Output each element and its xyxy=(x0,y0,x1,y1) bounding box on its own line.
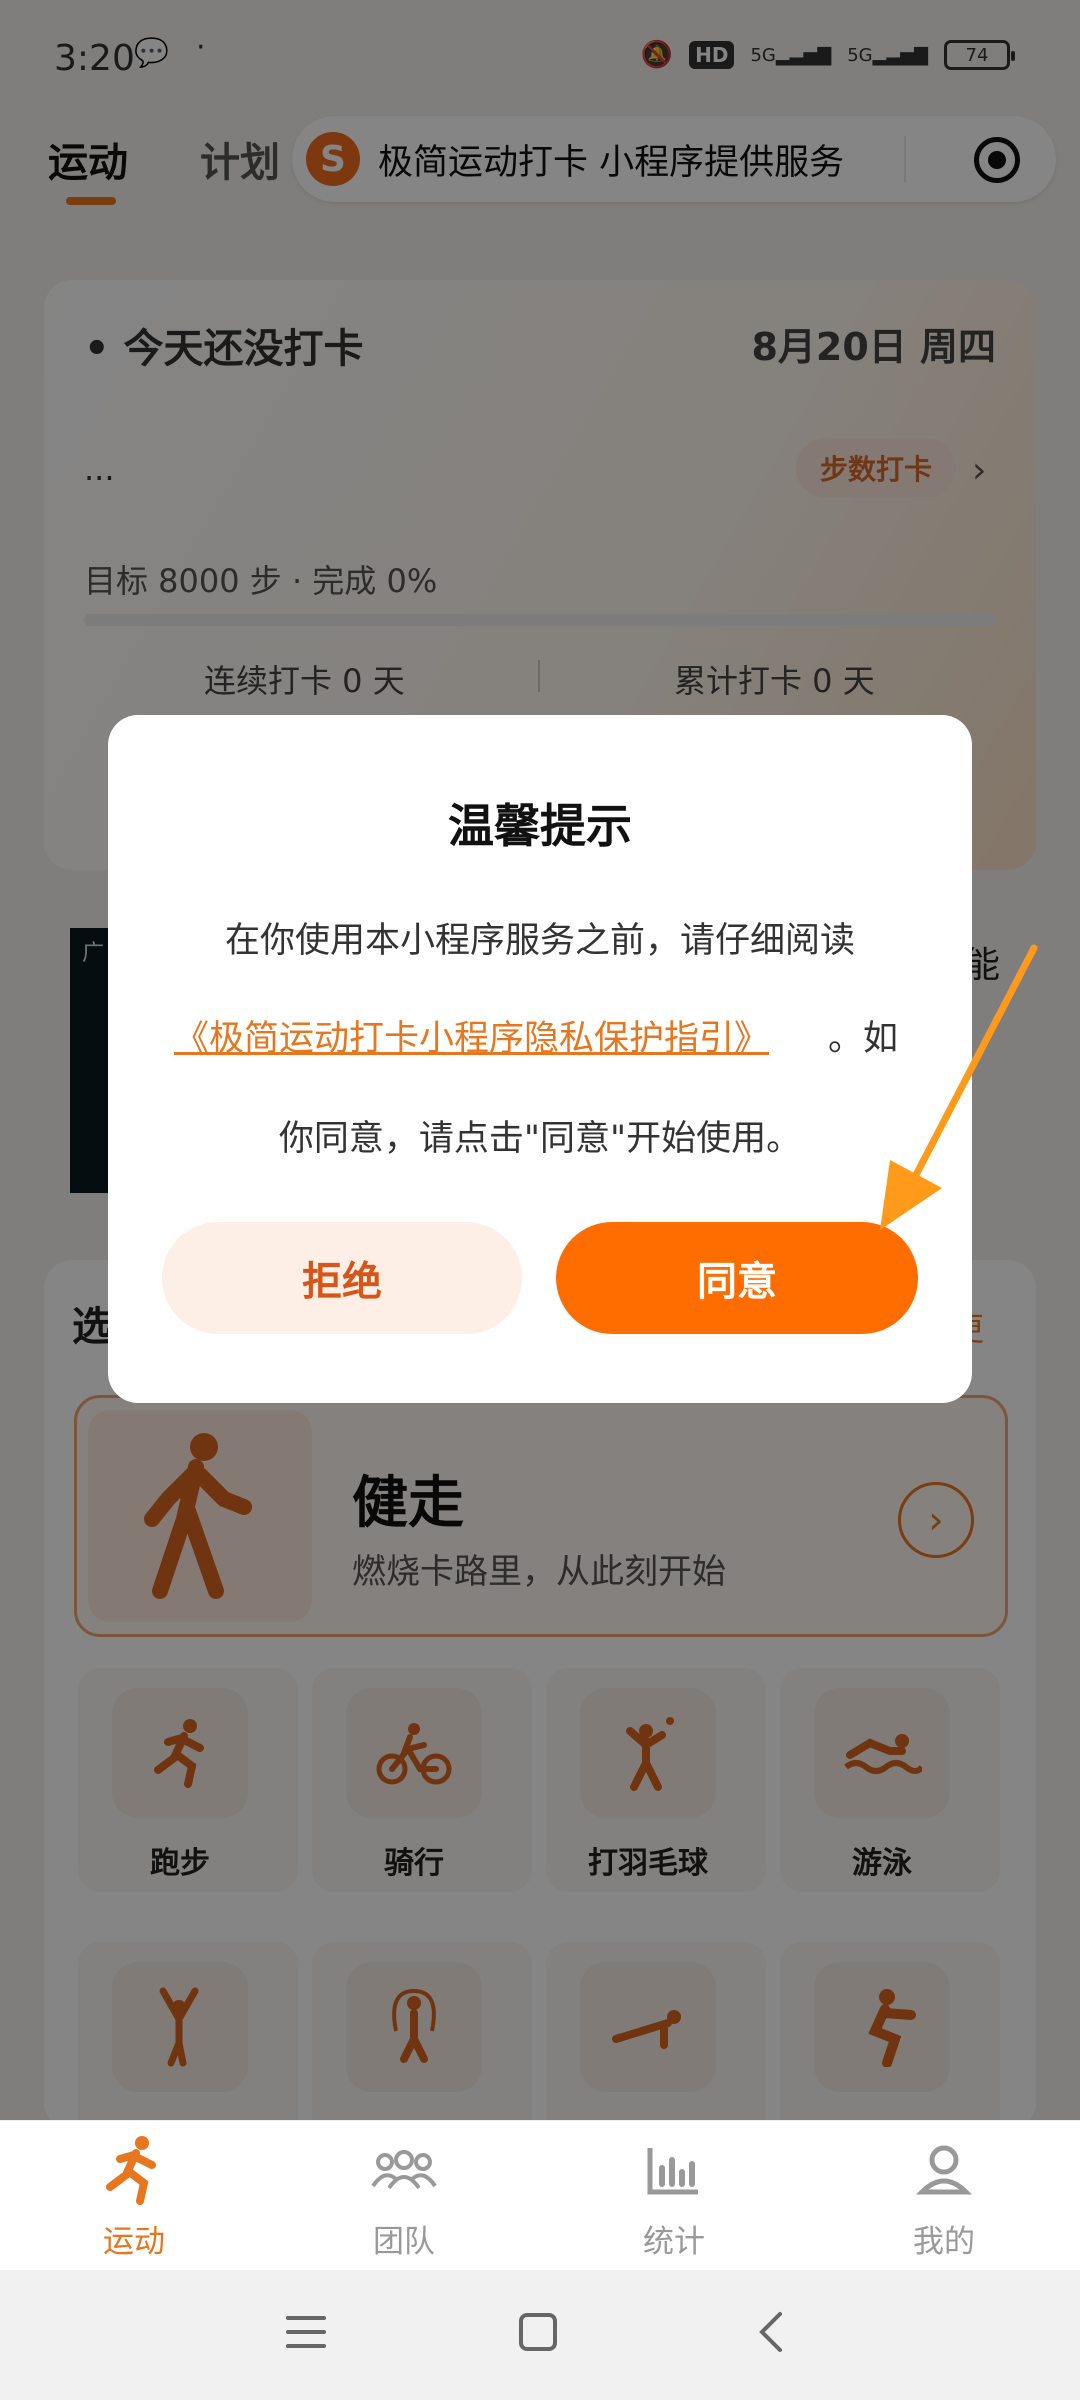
dialog-text-line3: 你同意，请点击"同意"开始使用。 xyxy=(278,1119,802,1159)
privacy-guide-link[interactable]: 《极简运动打卡小程序隐私保护指引》 xyxy=(174,1010,769,1061)
running-icon xyxy=(34,2130,234,2210)
bar-chart-icon xyxy=(574,2130,774,2210)
nav-item-stats[interactable]: 统计 xyxy=(574,2130,774,2261)
nav-label: 统计 xyxy=(643,2224,705,2260)
dialog-text-line1: 在你使用本小程序服务之前，请仔细阅读 xyxy=(224,921,855,961)
nav-item-me[interactable]: 我的 xyxy=(844,2130,1044,2261)
nav-item-sport[interactable]: 运动 xyxy=(34,2130,234,2261)
nav-label: 运动 xyxy=(103,2224,165,2260)
user-icon xyxy=(844,2130,1044,2210)
team-icon xyxy=(304,2130,504,2210)
home-icon[interactable] xyxy=(518,2312,558,2356)
nav-item-team[interactable]: 团队 xyxy=(304,2130,504,2261)
nav-label: 我的 xyxy=(913,2224,975,2260)
menu-icon[interactable] xyxy=(286,2312,326,2356)
dialog-title: 温馨提示 xyxy=(448,799,632,853)
back-icon[interactable] xyxy=(756,2310,786,2358)
annotation-arrow-icon xyxy=(880,944,1038,1230)
nav-label: 团队 xyxy=(373,2224,435,2260)
reject-button[interactable]: 拒绝 xyxy=(162,1222,522,1334)
